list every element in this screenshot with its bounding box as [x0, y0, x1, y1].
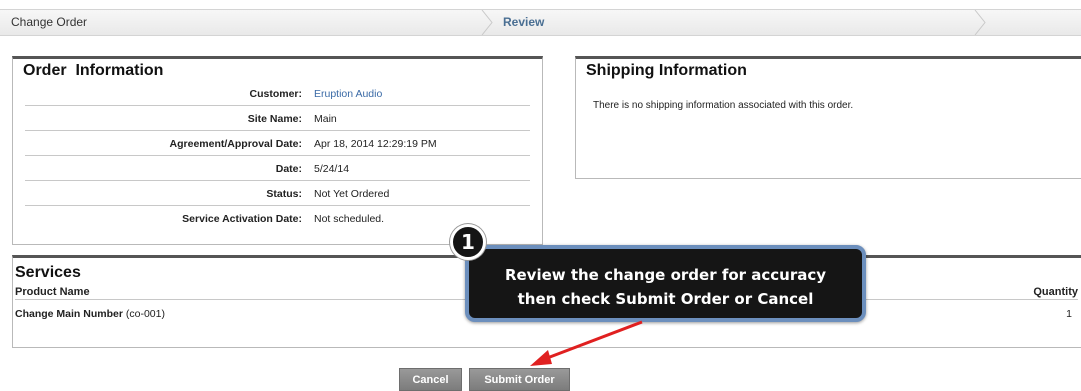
callout-line-1: Review the change order for accuracy	[504, 266, 827, 284]
customer-link[interactable]: Eruption Audio	[314, 88, 382, 100]
step-change-order[interactable]: Change Order	[11, 10, 87, 35]
order-information-panel: Order Information Customer: Eruption Aud…	[12, 56, 543, 245]
approval-date-value: Apr 18, 2014 12:29:19 PM	[314, 138, 437, 150]
site-name-label: Site Name:	[247, 113, 302, 125]
order-info-row-activation-date: Service Activation Date: Not scheduled.	[25, 206, 530, 231]
site-name-value: Main	[314, 113, 337, 125]
product-code: (co-001)	[125, 308, 165, 320]
activation-date-label: Service Activation Date:	[182, 213, 302, 225]
services-title: Services	[15, 264, 81, 281]
instruction-callout: Review the change order for accuracy the…	[465, 245, 866, 322]
order-info-row-approval-date: Agreement/Approval Date: Apr 18, 2014 12…	[25, 131, 530, 156]
status-value: Not Yet Ordered	[314, 188, 390, 200]
order-info-row-date: Date: 5/24/14	[25, 156, 530, 181]
cancel-button[interactable]: Cancel	[399, 368, 462, 391]
order-info-row-status: Status: Not Yet Ordered	[25, 181, 530, 206]
chevron-right-icon	[481, 10, 493, 35]
product-name: Change Main Number	[15, 308, 123, 320]
shipping-message: There is no shipping information associa…	[593, 100, 854, 111]
submit-order-button[interactable]: Submit Order	[469, 368, 570, 391]
column-header-product-name: Product Name	[15, 286, 90, 298]
shipping-information-panel: Shipping Information There is no shippin…	[575, 56, 1081, 179]
quantity-cell: 1	[1066, 308, 1072, 320]
activation-date-value: Not scheduled.	[314, 213, 385, 225]
column-header-quantity: Quantity	[1033, 286, 1078, 298]
step-review: Review	[503, 15, 545, 29]
date-value: 5/24/14	[314, 163, 350, 175]
red-arrow-icon	[530, 320, 643, 366]
shipping-information-title: Shipping Information	[586, 62, 747, 79]
order-information-title: Order Information	[23, 62, 164, 79]
status-label: Status:	[266, 188, 302, 200]
chevron-right-icon	[974, 10, 986, 35]
customer-label: Customer:	[249, 88, 302, 100]
approval-date-label: Agreement/Approval Date:	[169, 138, 302, 150]
order-info-row-customer: Customer: Eruption Audio	[25, 81, 530, 106]
step-number-badge: 1	[450, 224, 486, 260]
callout-line-2: then check Submit Order or Cancel	[517, 290, 814, 308]
date-label: Date:	[275, 163, 302, 175]
wizard-breadcrumb: Change Order Review	[0, 9, 1081, 36]
order-info-row-site-name: Site Name: Main	[25, 106, 530, 131]
product-name-cell: Change Main Number (co-001)	[15, 308, 165, 320]
